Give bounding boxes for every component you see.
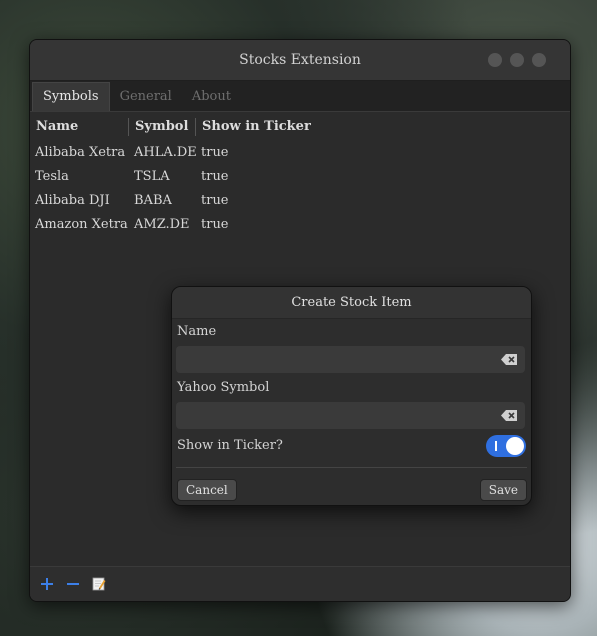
table-row[interactable]: Tesla TSLA true xyxy=(30,164,570,188)
tab-bar: Symbols General About xyxy=(30,81,570,112)
bottom-toolbar xyxy=(30,566,570,601)
column-header-symbol[interactable]: Symbol xyxy=(129,118,196,136)
name-field[interactable] xyxy=(176,346,525,373)
column-header-name[interactable]: Name xyxy=(30,118,129,136)
yahoo-symbol-field[interactable] xyxy=(176,402,525,429)
cell-name: Alibaba Xetra xyxy=(35,144,126,160)
cell-show-in-ticker: true xyxy=(201,144,229,160)
cell-name: Tesla xyxy=(35,168,69,184)
tab-symbols[interactable]: Symbols xyxy=(32,82,110,111)
dialog-title: Create Stock Item xyxy=(172,287,531,319)
dialog-divider xyxy=(176,467,527,468)
name-label: Name xyxy=(177,324,217,339)
table-row[interactable]: Amazon Xetra AMZ.DE true xyxy=(30,212,570,236)
clear-name-icon[interactable] xyxy=(501,354,517,365)
show-in-ticker-label: Show in Ticker? xyxy=(177,438,283,453)
cell-symbol: AMZ.DE xyxy=(134,216,190,232)
cell-name: Alibaba DJI xyxy=(35,192,110,208)
column-header-show-in-ticker[interactable]: Show in Ticker xyxy=(196,118,316,136)
cell-show-in-ticker: true xyxy=(201,192,229,208)
cell-show-in-ticker: true xyxy=(201,168,229,184)
yahoo-symbol-label: Yahoo Symbol xyxy=(177,380,270,395)
create-stock-dialog: Create Stock Item Name Yahoo Symbol Show… xyxy=(171,286,532,506)
cell-name: Amazon Xetra xyxy=(35,216,128,232)
close-button[interactable] xyxy=(532,53,546,67)
minus-icon[interactable] xyxy=(66,577,80,591)
table-row[interactable]: Alibaba DJI BABA true xyxy=(30,188,570,212)
show-in-ticker-toggle[interactable] xyxy=(486,435,526,457)
cell-symbol: BABA xyxy=(134,192,172,208)
clear-symbol-icon[interactable] xyxy=(501,410,517,421)
cancel-button[interactable]: Cancel xyxy=(177,479,237,501)
tab-general[interactable]: General xyxy=(110,83,182,111)
cell-symbol: TSLA xyxy=(134,168,170,184)
cell-show-in-ticker: true xyxy=(201,216,229,232)
save-button[interactable]: Save xyxy=(479,479,527,501)
minimize-button[interactable] xyxy=(488,53,502,67)
tab-about[interactable]: About xyxy=(182,83,241,111)
cell-symbol: AHLA.DE xyxy=(134,144,197,160)
toggle-on-indicator xyxy=(495,441,497,451)
plus-icon[interactable] xyxy=(40,577,54,591)
table-body: Alibaba Xetra AHLA.DE true Tesla TSLA tr… xyxy=(30,140,570,236)
toggle-knob xyxy=(506,437,524,455)
maximize-button[interactable] xyxy=(510,53,524,67)
edit-icon[interactable] xyxy=(92,577,106,591)
title-bar[interactable]: Stocks Extension xyxy=(30,40,570,81)
table-row[interactable]: Alibaba Xetra AHLA.DE true xyxy=(30,140,570,164)
table-header: Name Symbol Show in Ticker xyxy=(30,114,570,140)
